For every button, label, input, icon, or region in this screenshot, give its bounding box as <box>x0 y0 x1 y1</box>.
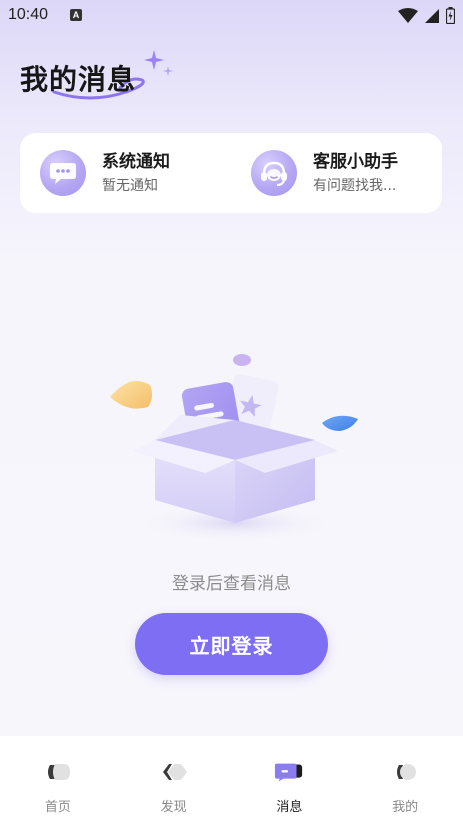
nav-label-profile: 我的 <box>392 800 419 815</box>
customer-service-subtitle: 有问题找我... <box>313 177 397 194</box>
status-time: 10:40 <box>8 6 49 23</box>
nav-label-message: 消息 <box>276 800 303 815</box>
system-notification-subtitle: 暂无通知 <box>102 177 158 194</box>
nav-item-discover[interactable]: 发现 <box>116 736 232 824</box>
system-notification-icon-circle <box>40 150 86 196</box>
wifi-icon <box>398 7 418 23</box>
headset-icon <box>261 161 287 186</box>
empty-box-illustration <box>110 354 358 541</box>
nav-item-home[interactable]: 首页 <box>0 736 116 824</box>
login-button[interactable]: 立即登录 <box>135 613 328 675</box>
message-card: 系统通知 暂无通知 客服小助手 有问题找我... <box>20 133 442 213</box>
nav-label-home: 首页 <box>44 800 71 815</box>
cellular-signal-icon <box>425 8 439 23</box>
system-notification-entry[interactable]: 系统通知 暂无通知 <box>40 133 170 213</box>
status-icons <box>398 7 455 24</box>
empty-state-text: 登录后查看消息 <box>172 574 291 594</box>
battery-icon <box>446 7 455 24</box>
customer-service-entry[interactable]: 客服小助手 有问题找我... <box>251 133 398 213</box>
discover-icon <box>159 760 189 784</box>
chat-bubble-icon <box>50 163 76 184</box>
nav-item-profile[interactable]: 我的 <box>347 736 463 824</box>
nav-label-discover: 发现 <box>160 800 187 815</box>
profile-icon <box>390 760 420 784</box>
customer-service-title: 客服小助手 <box>313 151 398 172</box>
home-icon <box>43 760 73 784</box>
page-title: 我的消息 <box>20 63 137 96</box>
bottom-nav: 首页 发现 消息 我的 <box>0 736 463 824</box>
nav-item-message[interactable]: 消息 <box>232 736 348 824</box>
system-notification-title: 系统通知 <box>102 151 170 172</box>
customer-service-icon-circle <box>251 150 297 196</box>
message-icon <box>274 760 304 784</box>
notification-badge: A <box>70 9 82 21</box>
status-bar: 10:40 A <box>0 0 463 32</box>
page-title-wrap: 我的消息 <box>20 48 180 108</box>
